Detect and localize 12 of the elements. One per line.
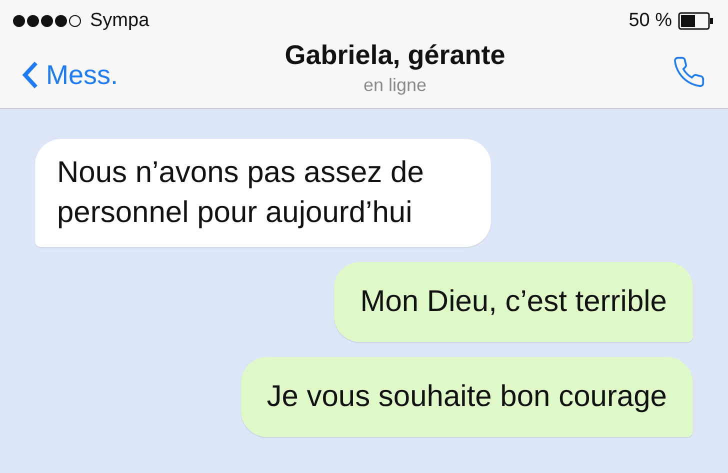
chevron-icon[interactable] [22,61,38,89]
online-status: en ligne [363,75,427,96]
received-message: Nous n’avons pas assez de personnel pour aujourd’hui [35,139,491,247]
sent-message: Mon Dieu, c’est terrible [334,262,693,342]
signal-icon [12,14,84,28]
sent-message: Je vous souhaite bon courage [240,357,693,437]
phone-icon[interactable] [672,55,706,89]
battery-icon [678,12,714,30]
battery-percentage: 50 % [628,10,672,32]
back-button[interactable]: Mess. [22,60,118,90]
carrier-name: Sympa [90,10,150,32]
contact-name: Gabriela, gérante [284,40,506,71]
